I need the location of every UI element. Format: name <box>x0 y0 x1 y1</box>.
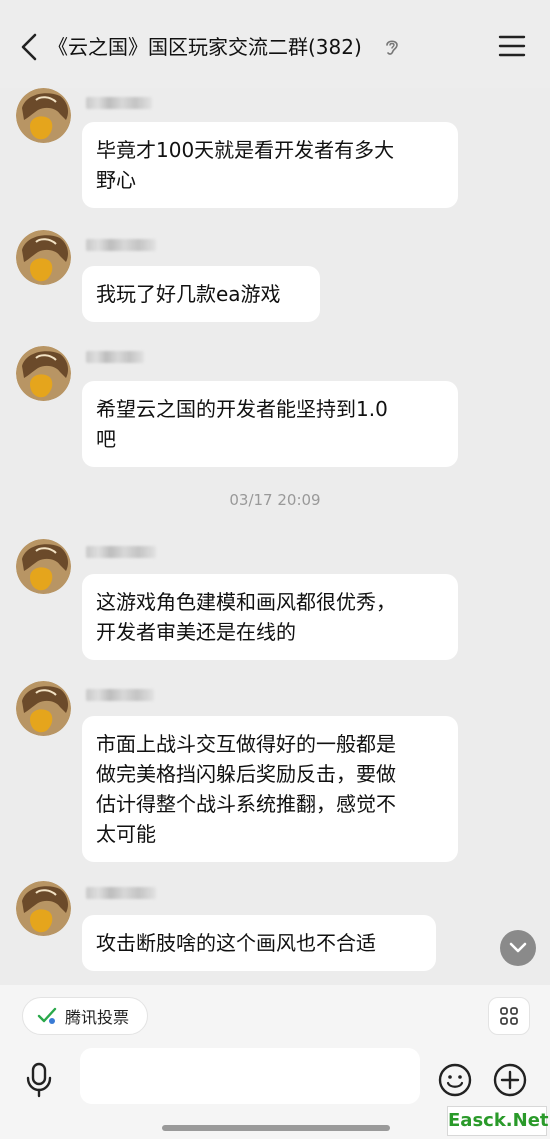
avatar[interactable] <box>16 681 71 736</box>
emoji-button[interactable] <box>438 1063 472 1097</box>
ear-icon <box>386 40 398 55</box>
message-bubble[interactable]: 毕竟才100天就是看开发者有多大 野心 <box>82 122 458 208</box>
timestamp: 03/17 20:09 <box>229 491 321 509</box>
message-bubble[interactable]: 我玩了好几款ea游戏 <box>82 266 320 322</box>
sender-name <box>86 239 156 251</box>
scroll-to-bottom-button[interactable] <box>500 930 536 966</box>
chat-title[interactable]: 《云之国》国区玩家交流二群(382) <box>48 31 362 60</box>
message-line: 这游戏角色建模和画风都很优秀， <box>96 590 396 614</box>
message-line: 野心 <box>96 168 136 192</box>
message-bubble[interactable]: 希望云之国的开发者能坚持到1.0 吧 <box>82 381 458 467</box>
vote-label: 腾讯投票 <box>65 1008 130 1027</box>
back-button[interactable] <box>14 30 44 64</box>
message-line: 开发者审美还是在线的 <box>96 620 296 644</box>
message-line: 做完美格挡闪躲后奖励反击，要做 <box>96 762 396 786</box>
chevron-left-icon <box>21 33 37 61</box>
avatar-image <box>16 539 71 594</box>
avatar-image <box>16 346 71 401</box>
message-bubble[interactable]: 这游戏角色建模和画风都很优秀， 开发者审美还是在线的 <box>82 574 458 660</box>
menu-button[interactable] <box>498 33 526 59</box>
message-list[interactable]: 毕竟才100天就是看开发者有多大 野心 我玩了好几款ea游戏 希望云之国的开发者… <box>0 88 550 985</box>
smiley-icon <box>438 1063 472 1097</box>
avatar-image <box>16 230 71 285</box>
voice-input-button[interactable] <box>24 1062 54 1098</box>
message-line: 攻击断肢啥的这个画风也不合适 <box>96 931 376 955</box>
message-line: 毕竟才100天就是看开发者有多大 <box>96 138 395 162</box>
avatar[interactable] <box>16 346 71 401</box>
avatar-image <box>16 881 71 936</box>
avatar[interactable] <box>16 88 71 143</box>
chevron-down-icon <box>509 942 527 953</box>
message-input[interactable] <box>80 1048 420 1104</box>
home-indicator[interactable] <box>162 1125 390 1131</box>
sender-name <box>86 887 156 899</box>
avatar-image <box>16 681 71 736</box>
sender-name <box>86 546 156 558</box>
microphone-icon <box>26 1062 52 1098</box>
message-line: 吧 <box>96 427 116 451</box>
message-line: 市面上战斗交互做得好的一般都是 <box>96 732 396 756</box>
plus-circle-icon <box>493 1063 527 1097</box>
avatar[interactable] <box>16 539 71 594</box>
message-line: 我玩了好几款ea游戏 <box>96 282 281 306</box>
watermark: Easck.Net <box>447 1106 549 1136</box>
avatar[interactable] <box>16 881 71 936</box>
sender-name <box>86 97 152 109</box>
chat-header: 《云之国》国区玩家交流二群(382) <box>0 0 550 88</box>
message-bubble[interactable]: 攻击断肢啥的这个画风也不合适 <box>82 915 436 971</box>
more-actions-button[interactable] <box>493 1063 527 1097</box>
message-bubble[interactable]: 市面上战斗交互做得好的一般都是 做完美格挡闪躲后奖励反击，要做 估计得整个战斗系… <box>82 716 458 862</box>
avatar-image <box>16 88 71 143</box>
sender-name <box>86 689 154 701</box>
avatar[interactable] <box>16 230 71 285</box>
vote-button[interactable]: 腾讯投票 <box>22 997 148 1035</box>
apps-grid-icon <box>500 1007 518 1025</box>
hamburger-menu-icon <box>498 35 526 57</box>
sender-name <box>86 351 144 363</box>
message-line: 估计得整个战斗系统推翻，感觉不 <box>96 792 396 816</box>
message-line: 太可能 <box>96 822 156 846</box>
vote-check-icon <box>37 1007 57 1024</box>
message-line: 希望云之国的开发者能坚持到1.0 <box>96 397 388 421</box>
apps-button[interactable] <box>488 997 530 1035</box>
